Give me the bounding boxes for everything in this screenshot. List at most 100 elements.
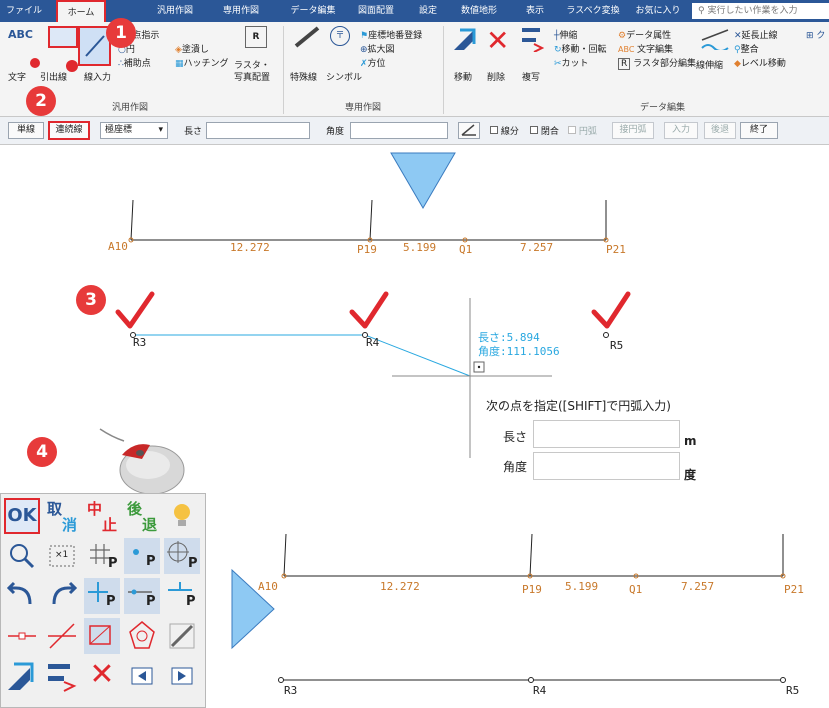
endpoint-snap-icon[interactable]: P — [124, 578, 160, 614]
perpendicular-snap-icon[interactable]: P — [164, 578, 200, 614]
point-label: R5 — [610, 339, 624, 352]
coord-register-button[interactable]: ⚑座標地番登録 — [360, 28, 422, 41]
step-badge-1: 1 — [106, 18, 136, 48]
pick-angle-button[interactable] — [458, 122, 480, 139]
extend-stop-button[interactable]: ✕延長止線 — [734, 28, 778, 41]
length-label: 長さ — [184, 127, 203, 137]
line-input-button[interactable]: 線入力 — [84, 70, 111, 83]
abc-icon: ABC — [8, 28, 33, 41]
direction-button[interactable]: ✗方位 — [360, 56, 386, 69]
polygon-snap-icon[interactable] — [124, 618, 160, 654]
drawing-after — [231, 533, 786, 683]
move-icon[interactable] — [4, 658, 40, 694]
tab-view[interactable]: 表示 — [519, 0, 551, 22]
tab-sheet-layout[interactable]: 図面配置 — [352, 0, 400, 22]
intersection-snap-icon[interactable]: P — [84, 578, 120, 614]
arc-checkbox[interactable]: 円弧 — [568, 124, 597, 137]
raster-edit-button[interactable]: R ラスタ部分編集 — [618, 56, 696, 70]
input-button[interactable]: 入力 — [664, 122, 698, 139]
lightbulb-icon[interactable] — [164, 498, 200, 534]
tab-file[interactable]: ファイル — [6, 0, 42, 22]
point-label: P21 — [784, 583, 804, 596]
next-point-prompt: 次の点を指定([SHIFT]で円弧入力) — [486, 399, 671, 413]
tab-general-drawing[interactable]: 汎用作図 — [151, 0, 199, 22]
single-line-button[interactable]: 単線 — [8, 122, 44, 139]
search-icon: ⚲ — [698, 6, 705, 16]
enlarge-button[interactable]: ⊕拡大図 — [360, 42, 395, 55]
tab-data-edit[interactable]: データ編集 — [285, 0, 341, 22]
continuous-line-button[interactable]: 連続線 — [48, 121, 90, 140]
raster-icon: R — [245, 26, 267, 48]
grid-snap-icon[interactable]: P — [84, 538, 120, 574]
fill-button[interactable]: ◈塗潰し — [175, 42, 209, 55]
ok-button[interactable]: OK — [4, 498, 40, 534]
angle-readout: 角度:111.1056 — [478, 345, 560, 358]
text-button[interactable]: 文字 — [8, 70, 26, 83]
angle-field[interactable] — [533, 452, 680, 480]
angle-input[interactable] — [350, 122, 448, 139]
tangent-arc-button[interactable]: 接円弧 — [612, 122, 654, 139]
redo-icon[interactable] — [44, 578, 80, 614]
extend-button[interactable]: ┼伸縮 — [554, 28, 577, 41]
prev-page-icon[interactable] — [124, 658, 160, 694]
chevron-down-icon: ▾ — [158, 125, 163, 135]
copy-icon[interactable] — [44, 658, 80, 694]
tab-special-drawing[interactable]: 専用作図 — [217, 0, 265, 22]
tab-favorites[interactable]: お気に入り — [634, 0, 682, 22]
segment-checkbox[interactable]: 線分 — [490, 124, 519, 137]
rect-snap-icon[interactable] — [84, 618, 120, 654]
tab-raster-vector[interactable]: ラスベク変換 — [562, 0, 624, 22]
end-button[interactable]: 終了 — [740, 122, 778, 139]
click-marker — [66, 60, 78, 72]
photo-layout-button[interactable]: 写真配置 — [234, 70, 270, 83]
length-field-label: 長さ — [503, 430, 528, 444]
scale-icon[interactable]: ×1 — [44, 538, 80, 574]
undo-step-button[interactable]: 後 退 — [124, 498, 160, 534]
cut-button[interactable]: ✂カット — [554, 56, 589, 69]
length-unit: m — [684, 434, 697, 448]
copy-icon — [520, 26, 545, 55]
coordinate-mode-select[interactable]: 極座標 ▾ — [100, 122, 168, 139]
zoom-window-icon[interactable] — [4, 538, 40, 574]
undo-icon[interactable] — [4, 578, 40, 614]
point-label: P21 — [606, 243, 626, 256]
copy-button[interactable]: 複写 — [522, 70, 540, 83]
delete-icon[interactable]: ✕ — [84, 658, 120, 694]
circle-center-snap-icon[interactable]: P — [164, 538, 200, 574]
level-move-button[interactable]: ◆レベル移動 — [734, 56, 786, 69]
pen-icon[interactable] — [164, 618, 200, 654]
special-line-button[interactable]: 特殊線 — [290, 70, 317, 83]
search-input[interactable]: ⚲ 実行したい作業を入力 — [692, 3, 829, 19]
tab-numeric-terrain[interactable]: 数値地形 — [455, 0, 503, 22]
group-general-label: 汎用作図 — [112, 103, 149, 113]
line-extend-button[interactable]: 線伸縮 — [696, 58, 723, 71]
delete-button[interactable]: 削除 — [487, 70, 505, 83]
back-button[interactable]: 後退 — [704, 122, 736, 139]
mouse-icon — [99, 428, 185, 495]
align-button[interactable]: ⚲整合 — [734, 42, 759, 55]
data-attr-button[interactable]: ⚙データ属性 — [618, 28, 671, 41]
closed-checkbox[interactable]: 閉合 — [530, 124, 559, 137]
symbol-button[interactable]: シンボル — [326, 70, 362, 83]
aux-point-button[interactable]: ∴補助点 — [118, 56, 151, 69]
text-edit-button[interactable]: ABC 文字編集 — [618, 42, 673, 55]
point-label: R3 — [133, 336, 147, 349]
abort-button[interactable]: 中 止 — [84, 498, 120, 534]
midpoint-icon[interactable] — [4, 618, 40, 654]
move-rotate-button[interactable]: ↻移動・回転 — [554, 42, 607, 55]
hatching-button[interactable]: ▦ハッチング — [175, 56, 229, 69]
intersect-line-icon[interactable] — [44, 618, 80, 654]
tab-settings[interactable]: 設定 — [412, 0, 444, 22]
move-button[interactable]: 移動 — [454, 70, 472, 83]
tab-home[interactable]: ホーム — [56, 0, 106, 22]
point-snap-icon[interactable]: P — [124, 538, 160, 574]
length-field[interactable] — [533, 420, 680, 448]
point-label: Q1 — [629, 583, 643, 596]
length-input[interactable] — [206, 122, 310, 139]
next-page-icon[interactable] — [164, 658, 200, 694]
leader-button[interactable]: 引出線 — [40, 70, 67, 83]
coordinate-mode-value: 極座標 — [105, 125, 133, 135]
search-placeholder: 実行したい作業を入力 — [707, 6, 798, 16]
point-label: A10 — [258, 580, 278, 593]
cancel-button[interactable]: 取 消 — [44, 498, 80, 534]
